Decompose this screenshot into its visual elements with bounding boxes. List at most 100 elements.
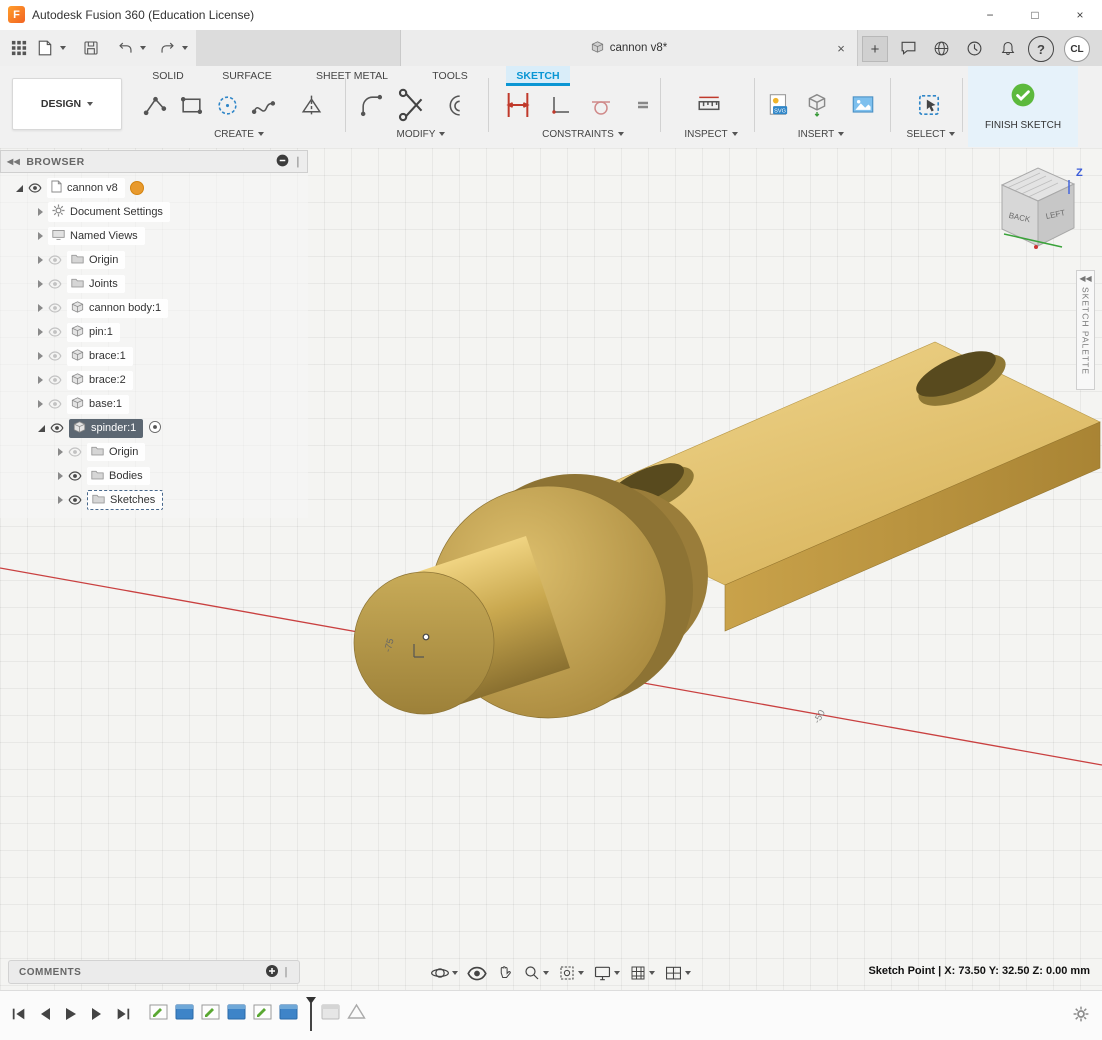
browser-item-brace1[interactable]: brace:1 (0, 344, 133, 368)
save-icon[interactable] (80, 37, 102, 59)
redo-icon[interactable] (156, 37, 178, 59)
browser-item-root[interactable]: cannon v8 (0, 176, 144, 200)
undo-icon[interactable] (114, 37, 136, 59)
eye-visible-icon[interactable] (28, 183, 42, 193)
trim-tool-icon[interactable] (394, 86, 432, 124)
file-menu-caret-icon[interactable] (60, 46, 66, 50)
timeline-step-forward-button[interactable] (86, 1003, 108, 1025)
display-settings-icon[interactable] (593, 965, 620, 982)
file-menu-icon[interactable] (34, 37, 56, 59)
insert-mesh-icon[interactable] (802, 90, 832, 120)
browser-item-sketches[interactable]: Sketches (0, 488, 163, 512)
browser-item-origin[interactable]: Origin (0, 248, 125, 272)
measure-icon[interactable] (694, 90, 724, 120)
modify-group-label[interactable]: MODIFY (378, 126, 464, 142)
browser-item-named-views[interactable]: Named Views (0, 224, 145, 248)
eye-visible-icon[interactable] (68, 495, 82, 505)
orbit-icon[interactable] (430, 963, 458, 983)
browser-item-pin[interactable]: pin:1 (0, 320, 120, 344)
help-icon[interactable]: ? (1028, 36, 1054, 62)
zoom-caret-icon[interactable] (543, 971, 549, 975)
browser-item-spinder-origin[interactable]: Origin (0, 440, 145, 464)
look-at-icon[interactable] (467, 966, 487, 981)
comments-bar[interactable]: COMMENTS ∣ (8, 960, 300, 984)
browser-grip[interactable]: ∣ (295, 156, 301, 168)
spline-tool-icon[interactable] (248, 90, 278, 120)
eye-hidden-icon[interactable] (48, 327, 62, 337)
timeline-go-to-start-button[interactable] (8, 1003, 30, 1025)
insert-canvas-icon[interactable] (848, 90, 878, 120)
eye-visible-icon[interactable] (50, 423, 64, 433)
constraints-group-label[interactable]: CONSTRAINTS (528, 126, 638, 142)
expand-arrow-icon[interactable] (38, 280, 43, 288)
comments-grip[interactable]: ∣ (284, 967, 290, 978)
expand-palette-icon[interactable]: ◀◀ (1079, 275, 1091, 283)
comments-panel-icon[interactable] (896, 37, 920, 59)
fit-caret-icon[interactable] (578, 971, 584, 975)
timeline-play-button[interactable] (60, 1003, 82, 1025)
expand-arrow-icon[interactable] (58, 448, 63, 456)
horizontal-vertical-constraint-icon[interactable] (546, 90, 576, 120)
tab-sketch[interactable]: SKETCH (506, 66, 570, 86)
insert-group-label[interactable]: INSERT (778, 126, 864, 142)
browser-item-base[interactable]: base:1 (0, 392, 129, 416)
browser-item-bodies[interactable]: Bodies (0, 464, 150, 488)
timeline-rolled-back-feature[interactable] (320, 1002, 341, 1021)
undo-caret-icon[interactable] (140, 46, 146, 50)
document-tab-close-icon[interactable]: × (831, 38, 851, 58)
sketch-dimension-icon[interactable] (500, 87, 536, 123)
hide-display-bar-icon[interactable] (276, 154, 289, 170)
viewports-icon[interactable] (664, 965, 691, 982)
timeline-settings-gear-icon[interactable] (1070, 1003, 1092, 1025)
spindle-body[interactable] (354, 474, 708, 718)
timeline-position-marker[interactable] (306, 997, 316, 1031)
rectangle-tool-icon[interactable] (176, 90, 206, 120)
notifications-bell-icon[interactable] (996, 37, 1020, 59)
browser-header[interactable]: ◀◀ BROWSER ∣ (0, 150, 308, 173)
pan-icon[interactable] (496, 964, 514, 982)
timeline-extrude-feature[interactable] (278, 1002, 299, 1021)
mirror-tool-icon[interactable] (296, 90, 326, 120)
display-caret-icon[interactable] (614, 971, 620, 975)
eye-hidden-icon[interactable] (48, 303, 62, 313)
browser-item-brace2[interactable]: brace:2 (0, 368, 133, 392)
eye-visible-icon[interactable] (68, 471, 82, 481)
orbit-caret-icon[interactable] (452, 971, 458, 975)
view-cube[interactable]: BACK LEFT Z (1002, 167, 1083, 249)
expand-arrow-icon[interactable] (58, 496, 63, 504)
expand-arrow-icon[interactable] (38, 400, 43, 408)
browser-item-cannon-body[interactable]: cannon body:1 (0, 296, 168, 320)
timeline-extrude-feature[interactable] (226, 1002, 247, 1021)
timeline-rolled-back-mirror-feature[interactable] (346, 1002, 367, 1021)
expand-arrow-icon[interactable] (38, 352, 43, 360)
sketch-point[interactable] (423, 634, 429, 640)
timeline-sketch-feature[interactable] (200, 1002, 221, 1021)
expand-arrow-icon[interactable] (38, 232, 43, 240)
tab-tools[interactable]: TOOLS (426, 66, 474, 86)
timeline-sketch-feature[interactable] (252, 1002, 273, 1021)
expand-arrow-icon[interactable] (38, 328, 43, 336)
expand-arrow-icon[interactable] (16, 185, 23, 192)
tab-surface[interactable]: SURFACE (214, 66, 280, 86)
timeline-sketch-feature[interactable] (148, 1002, 169, 1021)
expand-arrow-icon[interactable] (38, 256, 43, 264)
eye-hidden-icon[interactable] (48, 351, 62, 361)
line-tool-icon[interactable] (140, 90, 170, 120)
add-comment-icon[interactable] (265, 964, 279, 981)
expand-arrow-icon[interactable] (38, 304, 43, 312)
timeline-extrude-feature[interactable] (174, 1002, 195, 1021)
finish-sketch-button[interactable]: FINISH SKETCH (968, 66, 1078, 147)
activate-component-radio[interactable] (148, 420, 162, 437)
new-tab-button[interactable]: + (862, 36, 888, 62)
timeline-step-back-button[interactable] (34, 1003, 56, 1025)
circle-tool-icon[interactable] (212, 90, 242, 120)
eye-hidden-icon[interactable] (48, 375, 62, 385)
browser-item-spinder[interactable]: spinder:1 (0, 416, 162, 440)
browser-item-document-settings[interactable]: Document Settings (0, 200, 170, 224)
eye-hidden-icon[interactable] (68, 447, 82, 457)
expand-arrow-icon[interactable] (38, 376, 43, 384)
eye-hidden-icon[interactable] (48, 279, 62, 289)
account-avatar[interactable]: CL (1064, 36, 1090, 62)
minimize-button[interactable]: − (968, 0, 1012, 30)
eye-hidden-icon[interactable] (48, 399, 62, 409)
